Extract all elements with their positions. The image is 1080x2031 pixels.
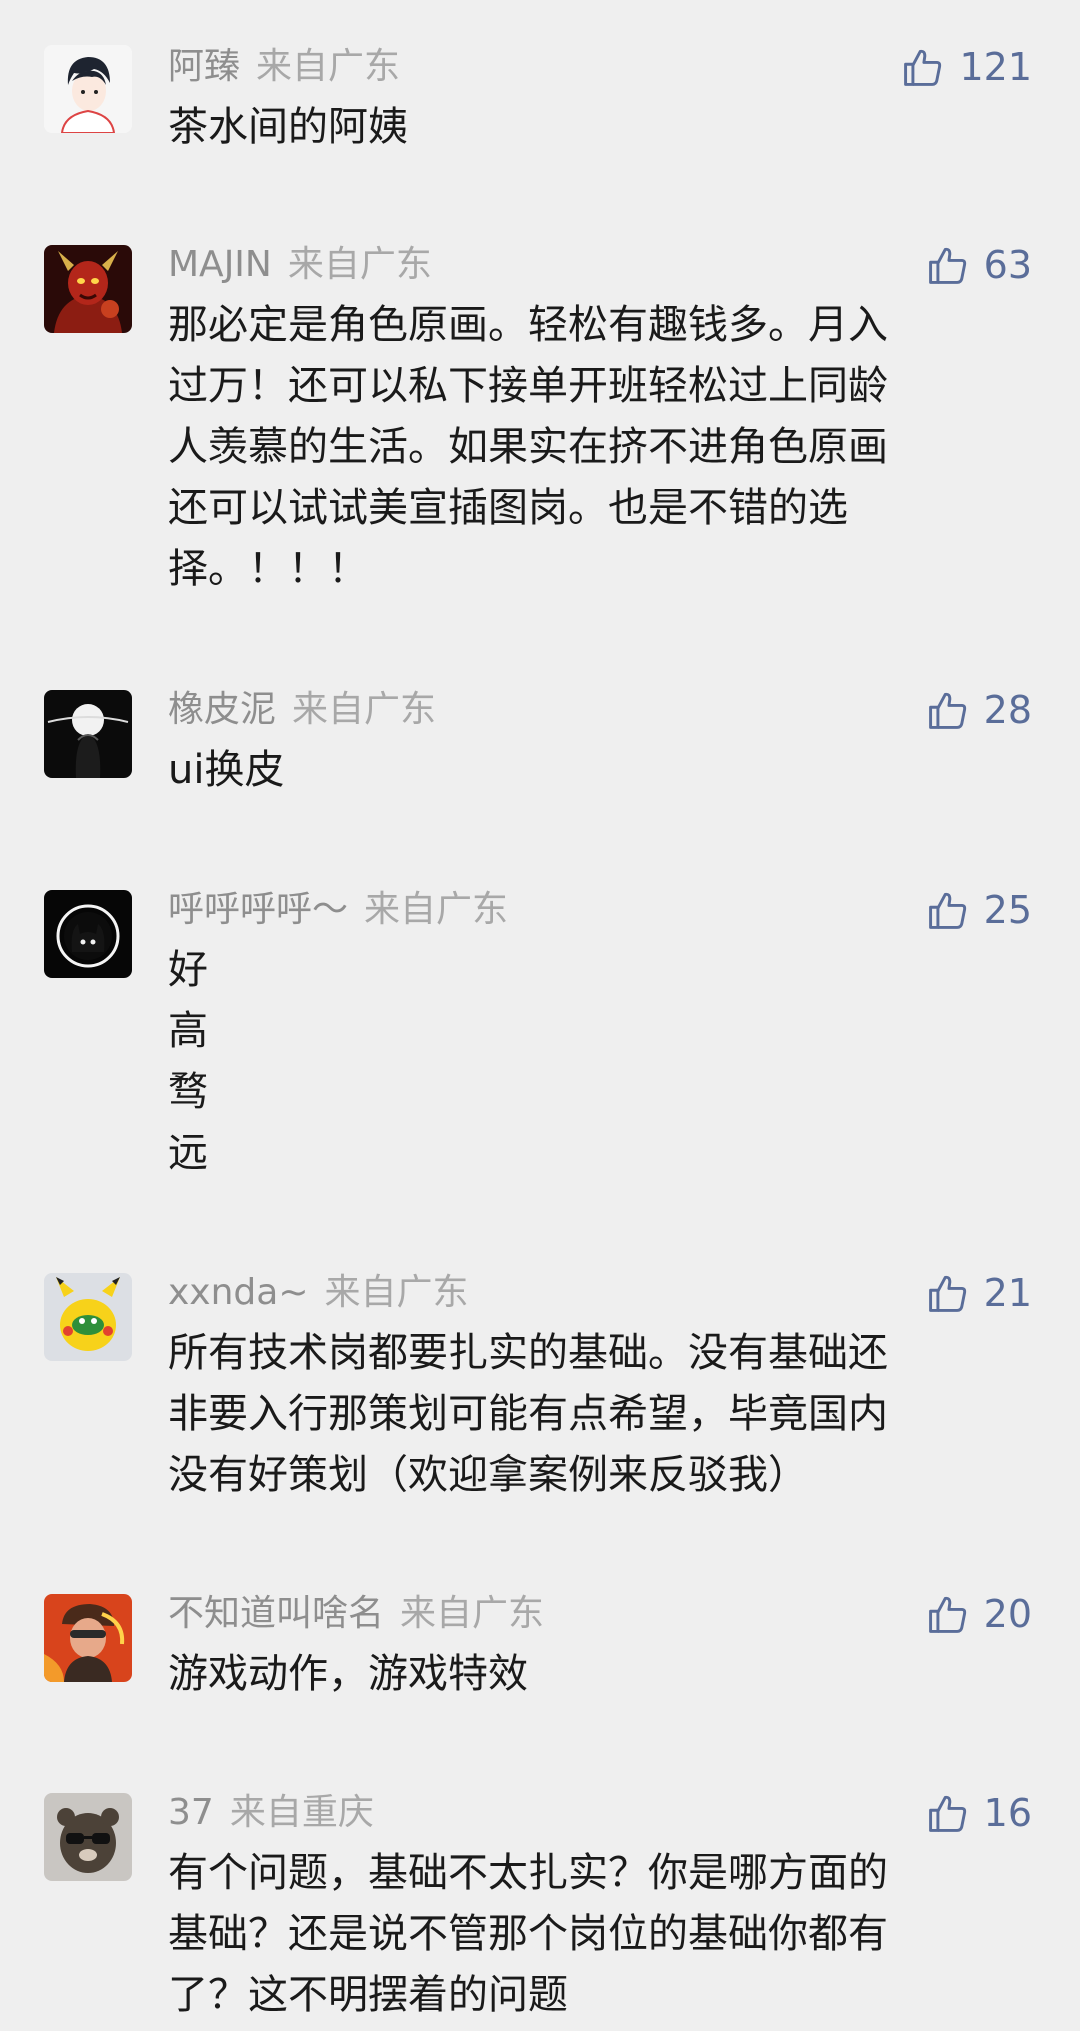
- like-button[interactable]: 25: [926, 880, 1032, 940]
- comment-meta: xxnda~ 来自广东: [168, 1263, 469, 1323]
- thumbs-up-icon: [928, 892, 966, 929]
- like-count: 25: [983, 888, 1032, 932]
- username[interactable]: 不知道叫啥名: [168, 1593, 384, 1634]
- comment-line: 了？这不明摆着的问题: [168, 1972, 568, 2018]
- username[interactable]: xxnda~: [168, 1272, 309, 1313]
- comment-text: 游戏动作，游戏特效: [168, 1644, 1028, 1705]
- thumbs-up-icon: [928, 1795, 966, 1832]
- comment-meta: MAJIN 来自广东: [168, 235, 432, 295]
- comment-line: 所有技术岗都要扎实的基础。没有基础还: [168, 1330, 888, 1376]
- username[interactable]: MAJIN: [168, 244, 272, 285]
- comment-line: 人羡慕的生活。如果实在挤不进角色原画: [168, 424, 888, 470]
- comment-line: 高: [168, 1008, 208, 1054]
- username[interactable]: 37: [168, 1792, 214, 1833]
- location-label: 来自重庆: [229, 1792, 374, 1833]
- comment-text: 有个问题，基础不太扎实？你是哪方面的 基础？还是说不管那个岗位的基础你都有 了？…: [168, 1843, 1028, 2026]
- thumbs-up-icon: [928, 692, 966, 729]
- comment-text: 所有技术岗都要扎实的基础。没有基础还 非要入行那策划可能有点希望，毕竟国内 没有…: [168, 1323, 1028, 1506]
- comment-line: 远: [168, 1130, 208, 1176]
- comment-line: 没有好策划（欢迎拿案例来反驳我）: [168, 1452, 808, 1498]
- comment-text: 那必定是角色原画。轻松有趣钱多。月入 过万！还可以私下接单开班轻松过上同龄 人羡…: [168, 295, 1028, 600]
- user-avatar[interactable]: [44, 245, 132, 333]
- location-label: 来自广东: [324, 1272, 469, 1313]
- like-count: 28: [983, 688, 1032, 732]
- comment-line: ui换皮: [168, 747, 285, 793]
- thumbs-up-icon: [928, 1596, 966, 1633]
- like-button[interactable]: 28: [926, 680, 1032, 740]
- like-button[interactable]: 20: [926, 1584, 1032, 1644]
- like-button[interactable]: 121: [901, 37, 1032, 97]
- location-label: 来自广东: [364, 889, 509, 930]
- comment-text: 好 高 骛 远: [168, 940, 1028, 1184]
- user-avatar[interactable]: [44, 1594, 132, 1682]
- location-label: 来自广东: [400, 1593, 545, 1634]
- user-avatar[interactable]: [44, 1793, 132, 1881]
- like-button[interactable]: 63: [926, 235, 1032, 295]
- comment-meta: 37 来自重庆: [168, 1783, 374, 1843]
- username[interactable]: 阿臻: [168, 46, 240, 87]
- thumbs-up-icon: [928, 1275, 966, 1312]
- comment-meta: 橡皮泥 来自广东: [168, 680, 436, 740]
- like-count: 20: [983, 1592, 1032, 1636]
- location-label: 来自广东: [292, 689, 437, 730]
- comment-meta: 不知道叫啥名 来自广东: [168, 1584, 544, 1644]
- like-count: 21: [983, 1271, 1032, 1315]
- like-button[interactable]: 16: [926, 1783, 1032, 1843]
- comment-line: 非要入行那策划可能有点希望，毕竟国内: [168, 1391, 888, 1437]
- comment-line: 骛: [168, 1069, 208, 1115]
- thumbs-up-icon: [928, 247, 966, 284]
- comment-text: ui换皮: [168, 740, 1028, 801]
- comment-text: 茶水间的阿姨: [168, 97, 1028, 158]
- comment-line: 茶水间的阿姨: [168, 104, 408, 150]
- location-label: 来自广东: [287, 244, 432, 285]
- comment-line: 游戏动作，游戏特效: [168, 1651, 528, 1697]
- like-count: 16: [983, 1791, 1032, 1835]
- username[interactable]: 呼呼呼呼～: [168, 889, 348, 930]
- comment-line: 有个问题，基础不太扎实？你是哪方面的: [168, 1850, 888, 1896]
- comment-meta: 阿臻 来自广东: [168, 37, 400, 97]
- comment-line: 择。！！！: [168, 546, 368, 592]
- location-label: 来自广东: [256, 46, 401, 87]
- comment-line: 过万！还可以私下接单开班轻松过上同龄: [168, 363, 888, 409]
- like-button[interactable]: 21: [926, 1263, 1032, 1323]
- comment-line: 好: [168, 947, 208, 993]
- user-avatar[interactable]: [44, 690, 132, 778]
- username[interactable]: 橡皮泥: [168, 689, 276, 730]
- user-avatar[interactable]: [44, 45, 132, 133]
- thumbs-up-icon: [904, 49, 942, 86]
- user-avatar[interactable]: [44, 890, 132, 978]
- comment-line: 还可以试试美宣插图岗。也是不错的选: [168, 485, 848, 531]
- user-avatar[interactable]: [44, 1273, 132, 1361]
- comment-meta: 呼呼呼呼～ 来自广东: [168, 880, 508, 940]
- like-count: 121: [959, 45, 1032, 89]
- like-count: 63: [983, 243, 1032, 287]
- comment-line: 基础？还是说不管那个岗位的基础你都有: [168, 1911, 888, 1957]
- comment-line: 那必定是角色原画。轻松有趣钱多。月入: [168, 302, 888, 348]
